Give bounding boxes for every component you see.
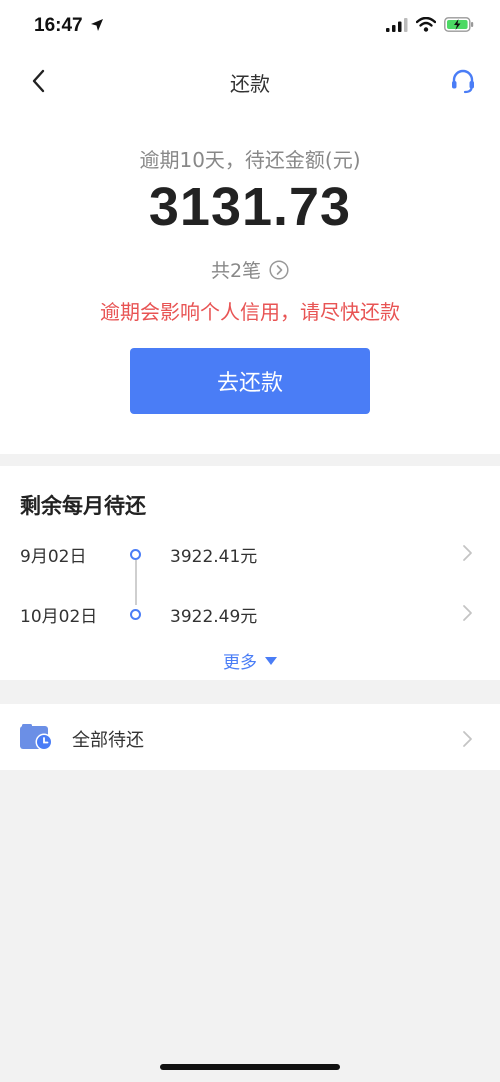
- summary-label: 逾期10天，待还金额(元): [139, 148, 361, 172]
- chevron-right-icon: [463, 545, 472, 561]
- installment-row[interactable]: 10月02日 3922.49元: [0, 596, 500, 632]
- page-title: 还款: [230, 72, 270, 96]
- battery-charging-icon: [444, 17, 474, 36]
- bill-count-label: 共2笔: [210, 260, 262, 282]
- status-bar: 16:47: [0, 0, 500, 54]
- monthly-remaining-section: 剩余每月待还 9月02日 3922.41元 10月02日 3922.49元 更多: [0, 466, 500, 680]
- wifi-icon: [415, 16, 437, 36]
- chevron-right-icon: [463, 605, 472, 621]
- more-label: 更多: [223, 653, 257, 673]
- chevron-right-icon: [463, 731, 472, 747]
- cellular-signal-icon: [386, 17, 408, 36]
- section-title: 剩余每月待还: [20, 494, 146, 518]
- status-time: 16:47: [34, 15, 83, 36]
- customer-service-button[interactable]: [448, 66, 478, 96]
- installment-date: 9月02日: [20, 547, 87, 567]
- installment-date: 10月02日: [20, 607, 98, 627]
- more-button[interactable]: 更多: [0, 648, 500, 673]
- timeline-dot: [130, 549, 141, 560]
- home-indicator[interactable]: [160, 1064, 340, 1070]
- status-icons: [386, 16, 474, 36]
- all-pending-label: 全部待还: [72, 730, 144, 751]
- repay-button[interactable]: 去还款: [130, 348, 370, 414]
- calendar-clock-icon: [20, 724, 53, 751]
- nav-bar: 还款: [0, 54, 500, 108]
- bill-count-link[interactable]: 共2笔: [0, 256, 500, 283]
- installment-row[interactable]: 9月02日 3922.41元: [0, 536, 500, 572]
- headset-icon: [452, 69, 474, 94]
- installment-amount: 3922.49元: [170, 607, 258, 627]
- timeline-dot: [130, 609, 141, 620]
- all-pending-row[interactable]: 全部待还: [0, 704, 500, 770]
- installment-amount: 3922.41元: [170, 547, 258, 567]
- location-arrow-icon: [90, 17, 104, 36]
- repayment-summary: 逾期10天，待还金额(元) 3131.73 共2笔 逾期会影响个人信用，请尽快还…: [0, 108, 500, 454]
- amount-due: 3131.73: [148, 177, 352, 237]
- chevron-right-circle-icon: [269, 259, 289, 280]
- overdue-warning: 逾期会影响个人信用，请尽快还款: [100, 300, 400, 324]
- caret-down-icon: [265, 656, 277, 665]
